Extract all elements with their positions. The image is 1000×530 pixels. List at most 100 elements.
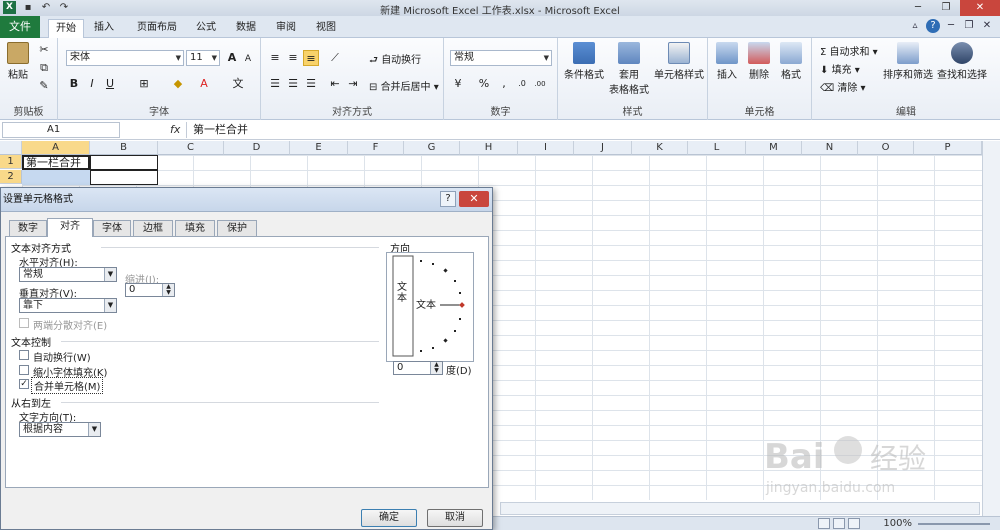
row-header[interactable]: 2 — [0, 170, 22, 184]
italic-button[interactable]: I — [84, 76, 100, 92]
vertical-text-box[interactable] — [392, 255, 414, 357]
merge-cells-checkbox[interactable]: ✓ — [19, 379, 29, 389]
percent-button[interactable]: % — [476, 76, 492, 92]
tab-border[interactable]: 边框 — [133, 220, 173, 236]
tab-alignment[interactable]: 对齐 — [47, 218, 93, 237]
page-layout-view-icon[interactable] — [833, 518, 845, 529]
comma-button[interactable]: , — [496, 76, 512, 92]
decrease-indent-icon[interactable]: ⇤ — [327, 76, 343, 92]
borders-icon[interactable]: ⊞ — [136, 76, 152, 92]
insert-function-icon[interactable]: fx — [170, 123, 180, 136]
tab-insert[interactable]: 插入 — [86, 19, 122, 38]
justify-distributed-checkbox[interactable] — [19, 318, 29, 328]
align-center-icon[interactable]: ☰ — [285, 76, 301, 92]
font-name-combo[interactable]: 宋体 ▼ — [66, 50, 184, 66]
tab-data[interactable]: 数据 — [228, 19, 264, 38]
fill-button[interactable]: ⬇ 填充 ▾ — [820, 61, 860, 76]
find-select-button[interactable]: 查找和选择 — [936, 42, 988, 81]
merge-center-button[interactable]: ⊟ 合并后居中 ▾ — [369, 78, 439, 93]
close-window-icon[interactable]: ✕ — [960, 0, 1000, 16]
grow-font-button[interactable]: A — [224, 50, 240, 66]
doc-close-icon[interactable]: ✕ — [980, 19, 994, 33]
underline-button[interactable]: U — [102, 76, 118, 92]
column-header[interactable]: J — [574, 141, 632, 155]
help-icon[interactable]: ? — [926, 19, 940, 33]
column-header[interactable]: K — [632, 141, 688, 155]
file-tab[interactable]: 文件 — [0, 16, 40, 38]
degrees-stepper[interactable]: 0 ▲ ▼ — [393, 361, 443, 375]
shrink-to-fit-checkbox[interactable] — [19, 365, 29, 375]
formula-input[interactable]: 第一栏合并 — [186, 122, 998, 138]
bold-button[interactable]: B — [66, 76, 82, 92]
column-header[interactable]: N — [802, 141, 858, 155]
collapse-ribbon-icon[interactable]: ▵ — [908, 19, 922, 33]
normal-view-icon[interactable] — [818, 518, 830, 529]
dialog-close-button[interactable]: ✕ — [459, 191, 489, 207]
tab-home[interactable]: 开始 — [48, 19, 84, 38]
font-size-combo[interactable]: 11 ▼ — [186, 50, 220, 66]
cancel-button[interactable]: 取消 — [427, 509, 483, 527]
clear-button[interactable]: ⌫ 清除 ▾ — [820, 79, 866, 94]
sort-filter-button[interactable]: 排序和筛选 — [882, 42, 934, 81]
insert-cells-button[interactable]: 插入 — [712, 42, 742, 81]
autosum-button[interactable]: Σ 自动求和 ▾ — [820, 43, 878, 58]
column-header[interactable]: G — [404, 141, 460, 155]
decrease-decimal-button[interactable]: .00 — [532, 76, 548, 92]
number-format-combo[interactable]: 常规 ▼ — [450, 50, 552, 66]
indent-stepper[interactable]: 0 ▲ ▼ — [125, 283, 175, 297]
font-color-button[interactable]: A — [196, 76, 212, 92]
column-header[interactable]: C — [158, 141, 224, 155]
name-box[interactable]: A1 — [2, 122, 120, 138]
format-cells-button[interactable]: 格式 — [776, 42, 806, 81]
cell-b2[interactable] — [90, 170, 158, 185]
column-header[interactable]: L — [688, 141, 746, 155]
align-bottom-icon[interactable]: ≡ — [303, 50, 319, 66]
align-middle-icon[interactable]: ≡ — [285, 50, 301, 66]
cell-b1[interactable] — [90, 155, 158, 170]
paste-button[interactable]: 粘贴 — [4, 42, 32, 81]
tab-formulas[interactable]: 公式 — [188, 19, 224, 38]
doc-restore-icon[interactable]: ❐ — [962, 19, 976, 33]
column-header[interactable]: O — [858, 141, 914, 155]
shrink-font-button[interactable]: A — [240, 51, 256, 67]
zoom-slider[interactable] — [918, 523, 990, 525]
ok-button[interactable]: 确定 — [361, 509, 417, 527]
tab-protection[interactable]: 保护 — [217, 220, 257, 236]
horizontal-align-select[interactable]: 常规 ▼ — [19, 267, 117, 282]
orientation-dial[interactable]: 文本 — [386, 252, 474, 362]
restore-icon[interactable]: ❐ — [932, 0, 960, 16]
increase-indent-icon[interactable]: ⇥ — [345, 76, 361, 92]
align-top-icon[interactable]: ≡ — [267, 50, 283, 66]
page-break-view-icon[interactable] — [848, 518, 860, 529]
format-as-table-button[interactable]: 套用 表格格式 — [606, 42, 652, 96]
currency-icon[interactable]: ¥ — [450, 76, 466, 92]
tab-number[interactable]: 数字 — [9, 220, 47, 236]
column-header[interactable]: H — [460, 141, 518, 155]
row-header[interactable]: 1 — [0, 155, 22, 169]
dialog-help-button[interactable]: ? — [440, 191, 456, 207]
select-all-corner[interactable] — [0, 141, 22, 155]
column-header[interactable]: D — [224, 141, 290, 155]
cell-a1[interactable]: 第一栏合并 — [22, 155, 90, 170]
align-left-icon[interactable]: ☰ — [267, 76, 283, 92]
phonetic-button[interactable]: 文 — [230, 76, 246, 92]
orientation-icon[interactable]: ⟋ — [327, 50, 343, 66]
column-header[interactable]: E — [290, 141, 348, 155]
spin-arrows-icon[interactable]: ▲ ▼ — [430, 362, 442, 374]
copy-icon[interactable]: ⧉ — [36, 60, 52, 76]
vertical-align-select[interactable]: 靠下 ▼ — [19, 298, 117, 313]
format-painter-icon[interactable]: ✎ — [36, 78, 52, 94]
vertical-scrollbar[interactable] — [982, 141, 1000, 516]
column-header[interactable]: F — [348, 141, 404, 155]
column-header[interactable]: A — [22, 141, 90, 155]
increase-decimal-button[interactable]: .0 — [514, 76, 530, 92]
column-header[interactable]: B — [90, 141, 158, 155]
horizontal-scrollbar[interactable] — [500, 502, 980, 515]
column-header[interactable]: P — [914, 141, 982, 155]
tab-fill[interactable]: 填充 — [175, 220, 215, 236]
wrap-text-button[interactable]: ⮐ 自动换行 — [369, 51, 421, 70]
cut-icon[interactable]: ✂ — [36, 42, 52, 58]
column-header[interactable]: I — [518, 141, 574, 155]
column-header[interactable]: M — [746, 141, 802, 155]
tab-font[interactable]: 字体 — [93, 220, 131, 236]
